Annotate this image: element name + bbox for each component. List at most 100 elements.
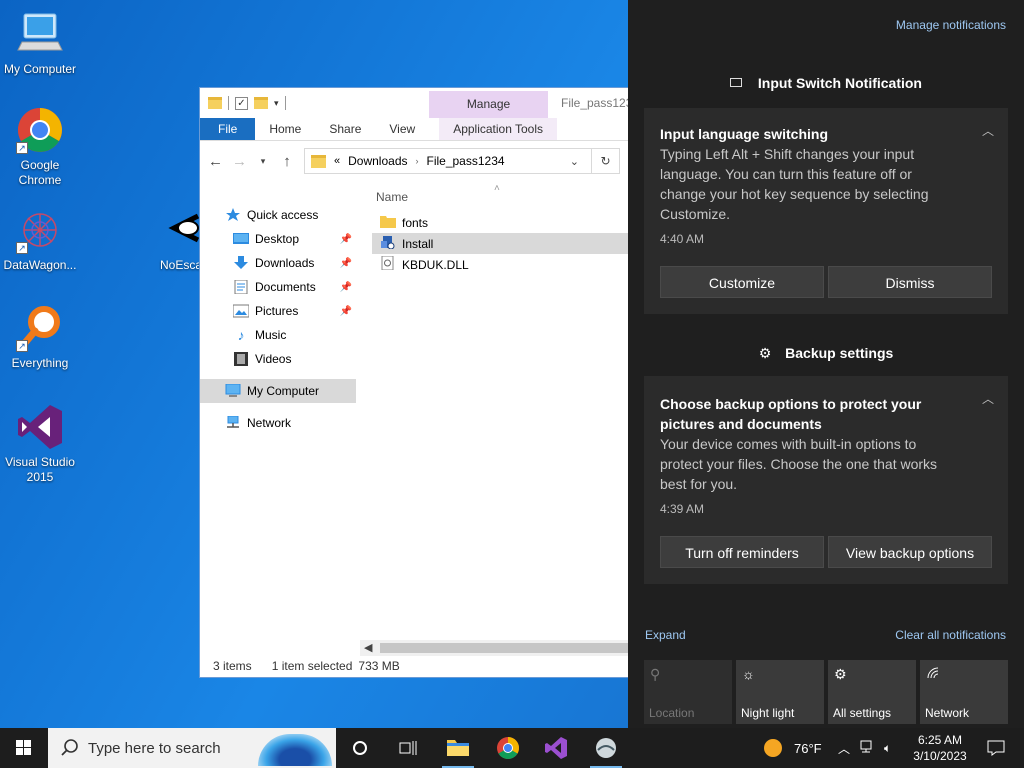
weather-temperature[interactable]: 76°F [794,741,822,756]
desktop-icon-my-computer[interactable]: My Computer [0,10,80,77]
file-explorer-window[interactable]: ✓ ▾ Manage File_pass1234 File Home Share… [199,87,639,678]
weather-sun-icon[interactable] [764,739,782,757]
sidebar-item-label: Downloads [255,256,315,270]
clear-all-notifications-link[interactable]: Clear all notifications [895,628,1006,642]
breadcrumb-separator-icon: › [415,156,419,166]
folder-icon[interactable] [208,97,222,109]
file-row-kbduk-dll[interactable]: KBDUK.DLL [372,254,628,275]
dismiss-button[interactable]: Dismiss [828,266,992,298]
desktop-icon-everything[interactable]: ↗ Everything [0,304,80,371]
windows-logo-icon [16,740,31,755]
sidebar-item-downloads[interactable]: Downloads 📌 [200,251,356,275]
search-placeholder: Type here to search [88,739,221,757]
app-globe-icon [596,738,616,758]
clock-date: 3/10/2023 [913,749,967,763]
pin-icon: 📌 [339,281,352,293]
address-dropdown-chevron-icon[interactable]: ⌄ [570,155,579,168]
sidebar-item-label: Music [255,328,287,342]
quick-action-label: Location [649,706,695,720]
tab-share[interactable]: Share [315,118,375,140]
network-wired-icon[interactable] [859,740,875,757]
tab-manage[interactable]: Manage [429,91,548,118]
cortana-button[interactable] [336,728,384,768]
desktop-icon-label: DataWagon... [3,258,77,272]
turn-off-reminders-button[interactable]: Turn off reminders [660,536,824,568]
desktop-icon-label: Visual Studio 2015 [5,455,75,484]
expand-link[interactable]: Expand [645,628,686,642]
taskbar-app-running[interactable] [582,728,630,768]
action-center-button[interactable] [976,728,1016,768]
clock-time: 6:25 AM [917,733,963,747]
task-view-button[interactable] [384,728,432,768]
manage-notifications-link[interactable]: Manage notifications [896,18,1006,32]
sidebar-item-pictures[interactable]: Pictures 📌 [200,299,356,323]
notification-time: 4:39 AM [660,502,705,516]
address-bar[interactable]: « Downloads › File_pass1234 ⌄ ↻ [304,148,620,174]
collapse-chevron-icon[interactable]: ︿ [982,122,994,139]
desktop-icon-visual-studio[interactable]: Visual Studio 2015 [0,403,80,485]
keyboard-icon [730,78,742,87]
sidebar-item-music[interactable]: ♪ Music [200,323,356,347]
taskbar-visual-studio[interactable] [532,728,580,768]
desktop-icon-label: Everything [11,356,69,370]
file-row-install[interactable]: Install [372,233,628,254]
sidebar-item-network[interactable]: Network [200,411,356,435]
clock[interactable]: 6:25 AM 3/10/2023 [912,728,968,768]
sidebar-item-label: Pictures [255,304,299,318]
quick-action-network[interactable]: Network [920,660,1008,724]
volume-icon[interactable]: 🔈︎ [884,741,891,756]
ribbon-tabs: File Home Share View Application Tools [200,118,628,141]
view-backup-options-button[interactable]: View backup options [828,536,992,568]
quick-action-all-settings[interactable]: ⚙ All settings [828,660,916,724]
star-icon [225,208,241,222]
taskbar-search-box[interactable]: Type here to search [48,728,336,768]
tab-application-tools[interactable]: Application Tools [439,118,558,140]
back-arrow-icon[interactable]: ← [208,153,223,170]
new-folder-icon[interactable] [254,97,268,109]
file-row-fonts[interactable]: fonts [372,212,628,233]
documents-icon [233,279,249,295]
desktop-icon-noesca[interactable]: NoEsca [150,206,200,273]
sidebar-item-desktop[interactable]: Desktop 📌 [200,227,356,251]
breadcrumb-downloads[interactable]: Downloads [348,154,407,168]
tab-file[interactable]: File [200,118,256,140]
refresh-icon[interactable]: ↻ [591,149,619,173]
scrollbar-thumb[interactable] [380,643,628,653]
start-button[interactable] [0,728,48,768]
shortcut-arrow-icon: ↗ [16,340,28,352]
navigation-pane: Quick access Desktop 📌 Downloads 📌 Docum… [200,203,356,435]
desktop-icon-datawagon[interactable]: ↗ DataWagon... [0,206,80,273]
scroll-left-arrow-icon[interactable]: ◀ [364,640,372,656]
customize-button[interactable]: Customize [660,266,824,298]
customize-toolbar-dropdown-icon[interactable]: ▾ [274,98,279,109]
quick-action-location[interactable]: ⚲ Location [644,660,732,724]
horizontal-scrollbar[interactable]: ◀ [360,640,628,656]
sidebar-item-documents[interactable]: Documents 📌 [200,275,356,299]
sidebar-item-videos[interactable]: Videos [200,347,356,371]
show-hidden-icons-chevron-icon[interactable]: ︿ [838,740,850,757]
column-header-label: Name [376,190,409,204]
breadcrumb-file-pass1234[interactable]: File_pass1234 [427,154,505,168]
sidebar-item-my-computer[interactable]: My Computer [200,379,356,403]
tab-home[interactable]: Home [255,118,315,140]
sidebar-item-quick-access[interactable]: Quick access [200,203,356,227]
quick-action-label: All settings [833,706,892,720]
action-center-panel: Manage notifications Input Switch Notifi… [628,0,1024,728]
forward-arrow-icon[interactable]: → [232,153,247,170]
taskbar-chrome[interactable] [484,728,532,768]
shortcut-arrow-icon: ↗ [16,142,28,154]
taskbar-file-explorer[interactable] [434,728,482,768]
column-header-name[interactable]: ˄ Name [372,182,628,212]
properties-check-icon[interactable]: ✓ [235,96,248,110]
notification-body: Typing Left Alt + Shift changes your inp… [660,146,929,222]
recent-locations-chevron-icon[interactable]: ▾ [256,156,270,167]
tab-view[interactable]: View [375,118,429,140]
desktop-icon-google-chrome[interactable]: ↗ Google Chrome [0,106,80,188]
quick-action-night-light[interactable]: ☼ Night light [736,660,824,724]
pin-icon: 📌 [339,233,352,245]
collapse-chevron-icon[interactable]: ︿ [982,390,994,407]
up-arrow-icon[interactable]: ↑ [280,153,294,170]
datawagon-icon: ↗ [16,206,64,254]
breadcrumb-overflow[interactable]: « [334,155,340,167]
cortana-circle-icon [353,741,367,755]
